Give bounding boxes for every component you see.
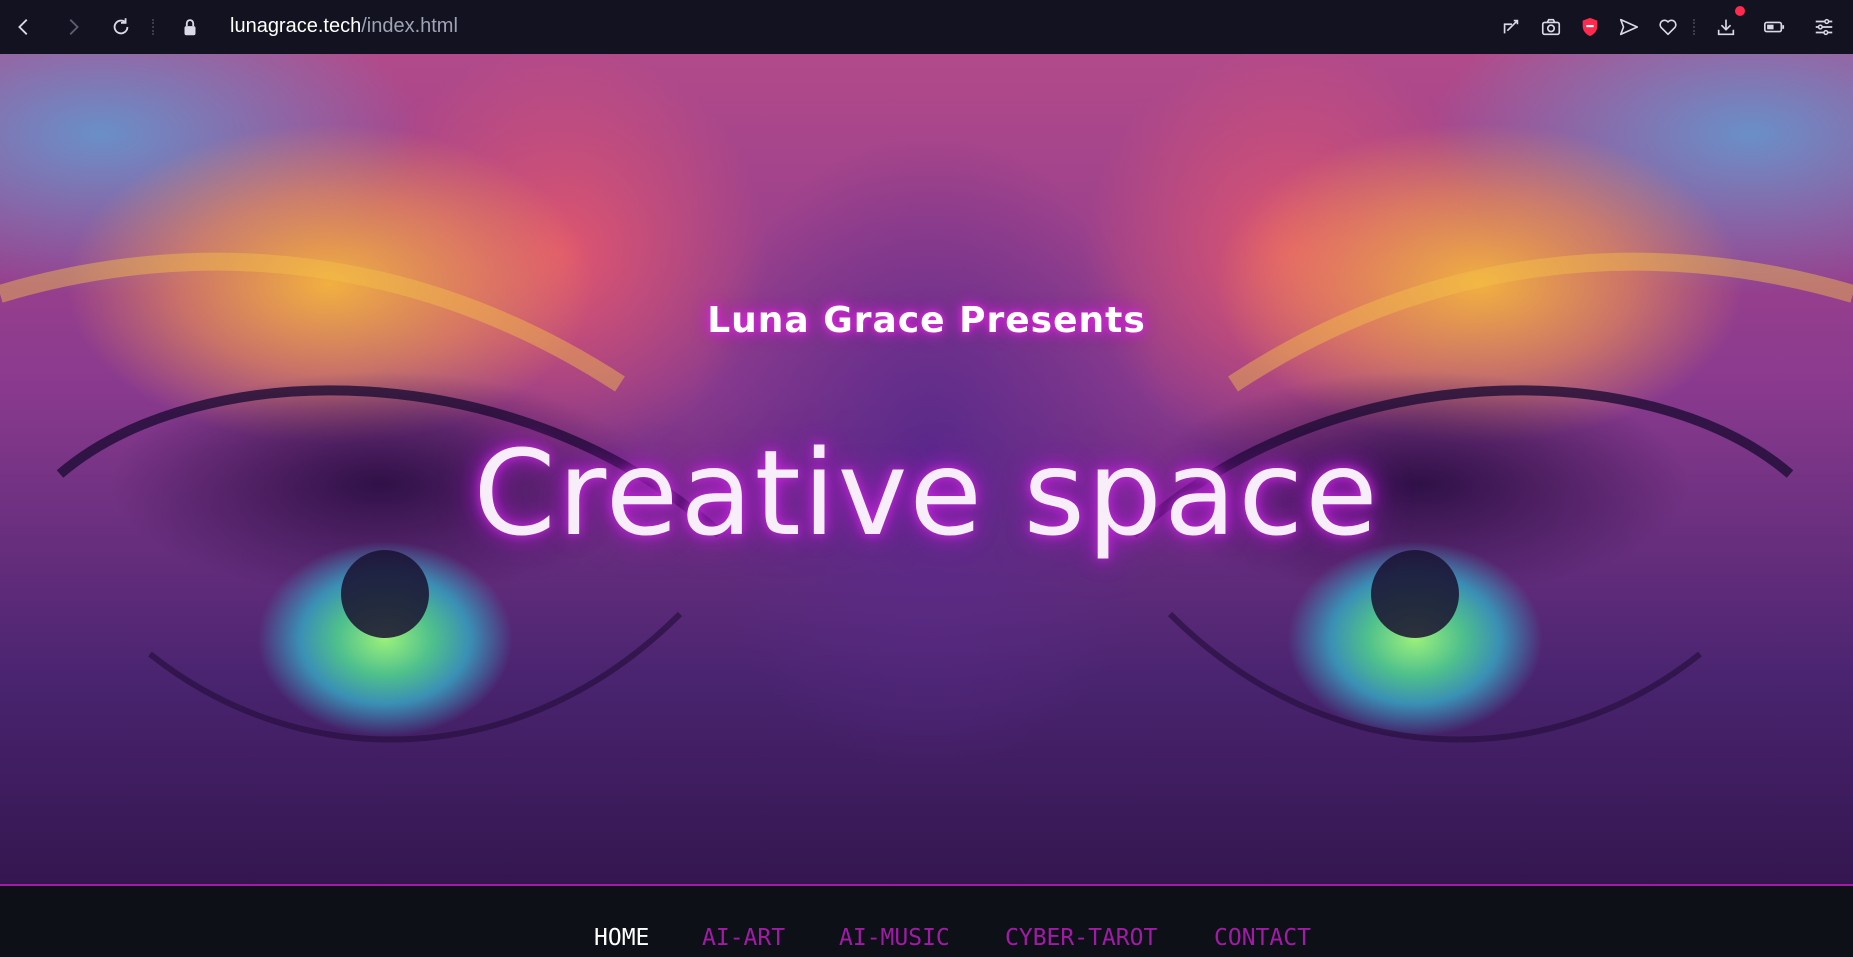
easy-setup-icon [1503, 19, 1519, 34]
easy-setup-menu-button[interactable] [1808, 11, 1840, 43]
main-nav: HOME AI-ART AI-MUSIC CYBER-TAROT CONTACT [0, 886, 1853, 957]
battery-icon [1764, 21, 1785, 33]
adblock-button[interactable] [1574, 11, 1606, 43]
forward-icon [69, 19, 79, 35]
nav-item-home[interactable]: HOME [594, 924, 649, 952]
send-icon [1619, 18, 1639, 36]
address-bar[interactable]: lunagrace.tech/index.html [230, 13, 458, 39]
url-host: lunagrace.tech [230, 15, 362, 37]
hero-banner: Luna Grace Presents Creative space [0, 54, 1853, 884]
reload-button[interactable] [105, 11, 137, 43]
browser-toolbar: lunagrace.tech/index.html [0, 0, 1853, 54]
snapshot-button[interactable] [1535, 11, 1567, 43]
nav-item-contact[interactable]: CONTACT [1214, 924, 1311, 952]
download-icon [1717, 19, 1735, 36]
snapshot-icon [1541, 18, 1561, 36]
download-notification-badge [1735, 6, 1745, 16]
site-info-button[interactable] [174, 11, 206, 43]
nav-item-cyber-tarot[interactable]: CYBER-TAROT [1005, 924, 1157, 952]
toolbar-separator [1693, 19, 1697, 35]
back-icon [18, 19, 28, 35]
reload-icon [113, 18, 129, 35]
url-path: /index.html [361, 15, 458, 37]
back-button[interactable] [8, 11, 40, 43]
nav-item-ai-art[interactable]: AI-ART [702, 924, 785, 952]
heart-icon [1659, 19, 1677, 36]
battery-saver-button[interactable] [1758, 11, 1790, 43]
shield-icon [1582, 17, 1598, 37]
nav-item-ai-music[interactable]: AI-MUSIC [839, 924, 950, 952]
downloads-button[interactable] [1710, 11, 1742, 43]
hero-title: Creative space [473, 424, 1380, 562]
toolbar-separator [152, 19, 156, 35]
easy-setup-button[interactable] [1495, 11, 1527, 43]
settings-icon [1815, 18, 1833, 36]
forward-button[interactable] [57, 11, 89, 43]
hero-subtitle: Luna Grace Presents [707, 300, 1146, 341]
flow-button[interactable] [1613, 11, 1645, 43]
pinboard-button[interactable] [1652, 11, 1684, 43]
lock-icon [184, 19, 196, 36]
